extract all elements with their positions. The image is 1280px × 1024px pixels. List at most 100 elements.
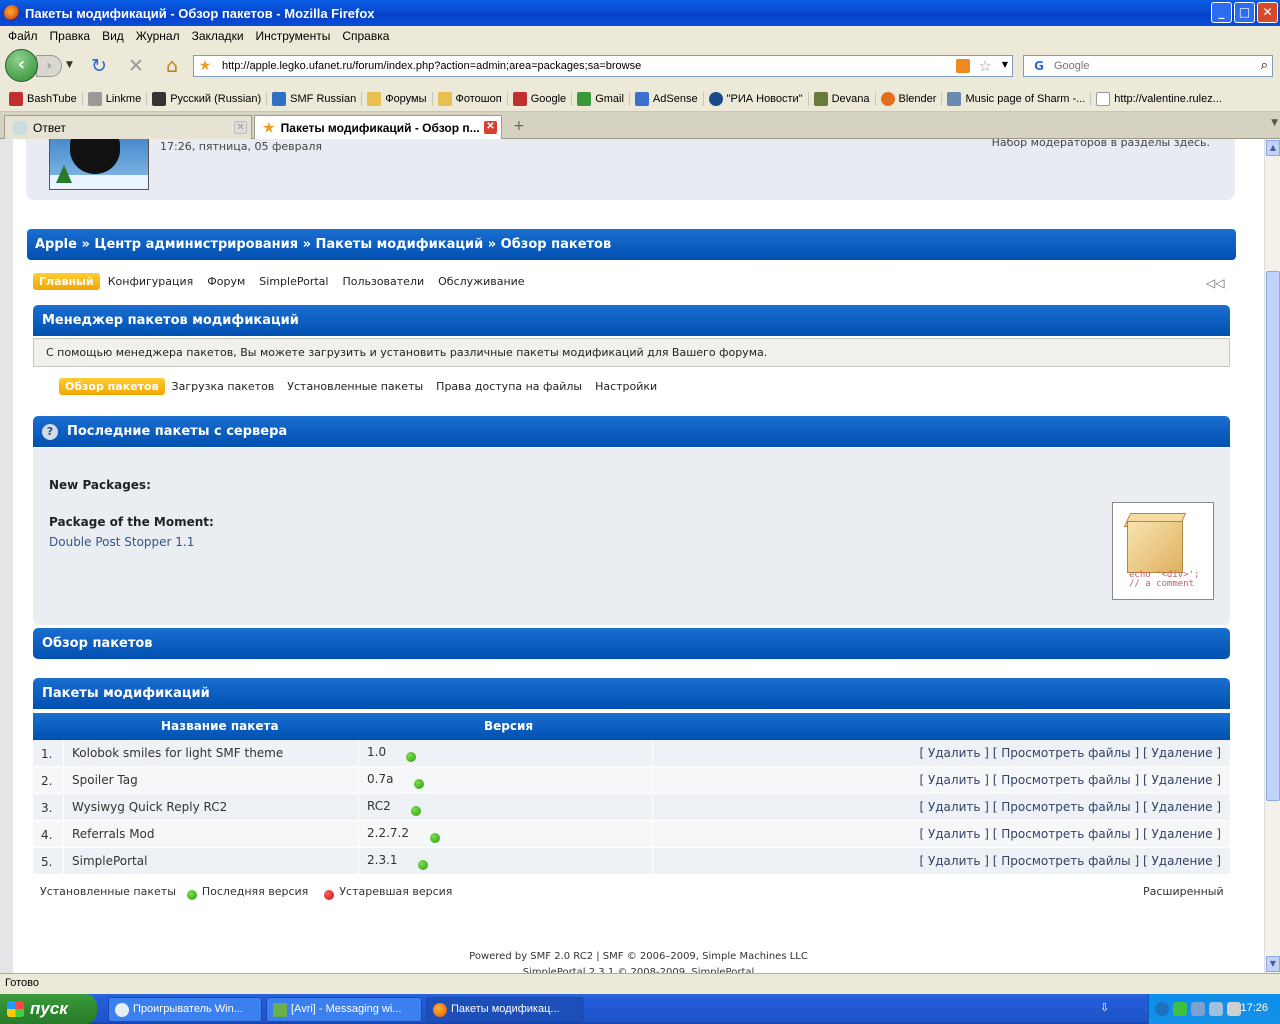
tray-volume-icon[interactable] — [1209, 1002, 1223, 1016]
admin-menu-config[interactable]: Конфигурация — [102, 273, 200, 290]
bookmark-music-sharm[interactable]: Music page of Sharm -... — [941, 91, 1090, 106]
quick-launch-arrow-icon[interactable]: ⇩ — [1100, 1001, 1109, 1014]
new-tab-button[interactable]: + — [506, 115, 532, 139]
search-icon[interactable]: ⌕ — [1261, 58, 1268, 73]
scroll-thumb[interactable] — [1266, 271, 1280, 801]
rss-feed-icon[interactable] — [956, 59, 970, 73]
adsense-icon — [634, 91, 649, 106]
menu-view[interactable]: Вид — [96, 29, 130, 43]
taskbar-firefox[interactable]: Пакеты модификац... — [426, 997, 584, 1022]
stop-icon[interactable]: ✕ — [124, 55, 148, 77]
back-button[interactable]: ‹ — [5, 49, 38, 82]
menu-help[interactable]: Справка — [336, 29, 395, 43]
submenu-download[interactable]: Загрузка пакетов — [166, 378, 281, 395]
table-legend: Установленные пакеты Последняя версия Ус… — [40, 885, 452, 900]
firefox-icon — [4, 5, 20, 21]
package-version: 1.0 — [367, 745, 387, 759]
bookmark-russian[interactable]: Русский (Russian) — [146, 91, 266, 106]
status-bar: Готово — [0, 973, 1280, 994]
package-actions[interactable]: [ Удалить ] [ Просмотреть файлы ] [ Удал… — [919, 746, 1221, 760]
latest-version-icon — [430, 833, 440, 843]
gmail-icon — [512, 91, 527, 106]
menu-bookmarks[interactable]: Закладки — [186, 29, 250, 43]
footer-simpleportal[interactable]: SimplePortal 2.3.1 © 2008-2009, SimplePo… — [13, 965, 1264, 973]
reload-icon[interactable]: ↻ — [87, 55, 111, 77]
bookmark-linkme[interactable]: Linkme — [81, 91, 146, 106]
tab-bar: Ответ ✕ ★ Пакеты модификаций - Обзор п..… — [0, 112, 1280, 140]
tray-display-icon[interactable] — [1191, 1002, 1205, 1016]
media-player-icon — [115, 1003, 129, 1017]
page-scrollbar[interactable]: ▲ ▼ — [1264, 139, 1280, 973]
tab-reply[interactable]: Ответ ✕ — [4, 115, 252, 139]
table-header: Название пакета Версия — [33, 713, 1230, 740]
advanced-link[interactable]: Расширенный — [1143, 885, 1224, 898]
submenu-browse[interactable]: Обзор пакетов — [59, 378, 165, 395]
package-actions[interactable]: [ Удалить ] [ Просмотреть файлы ] [ Удал… — [919, 773, 1221, 787]
admin-menu-simpleportal[interactable]: SimplePortal — [253, 273, 334, 290]
taskbar-messaging[interactable]: [Avri] - Messaging wi... — [266, 997, 422, 1022]
search-box[interactable]: G ⌕ — [1023, 55, 1273, 77]
admin-menu-maintenance[interactable]: Обслуживание — [432, 273, 530, 290]
menu-history[interactable]: Журнал — [130, 29, 186, 43]
tab-packages[interactable]: ★ Пакеты модификаций - Обзор п... ✕ — [254, 115, 502, 140]
scroll-up-icon[interactable]: ▲ — [1266, 140, 1280, 156]
search-input[interactable] — [1054, 60, 1244, 72]
start-button[interactable]: пуск — [0, 994, 97, 1024]
admin-menu-main[interactable]: Главный — [33, 273, 100, 290]
bookmark-google[interactable]: Google — [506, 91, 571, 106]
bookmark-gmail[interactable]: Gmail — [571, 91, 629, 106]
bookmark-blender[interactable]: Blender — [874, 91, 942, 106]
bookmark-bashtube[interactable]: BashTube — [4, 91, 82, 106]
menu-tools[interactable]: Инструменты — [250, 29, 337, 43]
submenu-installed[interactable]: Установленные пакеты — [281, 378, 429, 395]
url-text[interactable]: http://apple.legko.ufanet.ru/forum/index… — [216, 60, 641, 72]
tray-network-icon[interactable] — [1173, 1002, 1187, 1016]
admin-menu-users[interactable]: Пользователи — [336, 273, 430, 290]
forward-button[interactable]: › — [36, 55, 62, 77]
home-icon[interactable]: ⌂ — [160, 55, 184, 77]
menu-file[interactable]: Файл — [2, 29, 44, 43]
history-dropdown-icon[interactable]: ▼ — [66, 60, 73, 70]
forum-page: 17:26, пятница, 05 февраля Набор модерат… — [13, 139, 1264, 973]
close-button[interactable]: ✕ — [1257, 2, 1278, 23]
bookmark-photoshop[interactable]: Фотошоп — [431, 91, 507, 106]
url-dropdown-icon[interactable]: ▼ — [1002, 60, 1008, 69]
tab-list-icon[interactable]: ▼ — [1271, 118, 1278, 128]
breadcrumb[interactable]: Apple » Центр администрирования » Пакеты… — [27, 229, 1236, 260]
package-actions[interactable]: [ Удалить ] [ Просмотреть файлы ] [ Удал… — [919, 827, 1221, 841]
tray-safely-remove-icon[interactable] — [1227, 1002, 1241, 1016]
bookmark-star-icon[interactable]: ☆ — [979, 57, 992, 75]
bookmark-smf-russian[interactable]: SMF Russian — [266, 91, 361, 106]
taskbar-media-player[interactable]: Проигрыватель Win... — [108, 997, 262, 1022]
package-actions[interactable]: [ Удалить ] [ Просмотреть файлы ] [ Удал… — [919, 854, 1221, 868]
admin-menu-forum[interactable]: Форум — [201, 273, 251, 290]
address-bar[interactable]: ★ http://apple.legko.ufanet.ru/forum/ind… — [193, 55, 1013, 77]
tray-expand-icon[interactable] — [1155, 1002, 1169, 1016]
bookmark-valentine[interactable]: http://valentine.rulez... — [1090, 91, 1227, 106]
menu-edit[interactable]: Правка — [44, 29, 97, 43]
package-of-moment-link[interactable]: Double Post Stopper 1.1 — [49, 535, 194, 549]
package-name: Referrals Mod — [72, 827, 155, 841]
minimize-button[interactable]: _ — [1211, 2, 1232, 23]
bookmark-adsense[interactable]: AdSense — [628, 91, 703, 106]
maximize-button[interactable]: □ — [1234, 2, 1255, 23]
collapse-menu-icon[interactable]: ◁◁ — [1206, 276, 1224, 290]
scroll-down-icon[interactable]: ▼ — [1266, 956, 1280, 972]
submenu-permissions[interactable]: Права доступа на файлы — [430, 378, 588, 395]
search-engine-icon[interactable]: G — [1024, 59, 1054, 73]
clock[interactable]: 17:26 — [1240, 1002, 1268, 1014]
package-actions[interactable]: [ Удалить ] [ Просмотреть файлы ] [ Удал… — [919, 800, 1221, 814]
bookmark-ria[interactable]: "РИА Новости" — [702, 91, 808, 106]
submenu-settings[interactable]: Настройки — [589, 378, 663, 395]
help-icon[interactable]: ? — [42, 423, 58, 440]
tab-close-icon[interactable]: ✕ — [484, 121, 497, 134]
smf-icon — [272, 91, 287, 106]
table-row: 1. Kolobok smiles for light SMF theme 1.… — [33, 740, 1230, 767]
bookmark-forums[interactable]: Форумы — [361, 91, 431, 106]
header-moderators-note[interactable]: Набор модераторов в разделы здесь. — [992, 139, 1210, 149]
bookmark-devana[interactable]: Devana — [807, 91, 875, 106]
admin-menu: Главный Конфигурация Форум SimplePortal … — [33, 273, 533, 290]
tab-close-icon[interactable]: ✕ — [234, 121, 247, 134]
site-identity-icon[interactable]: ★ — [194, 58, 216, 74]
footer-powered-by[interactable]: Powered by SMF 2.0 RC2 | SMF © 2006–2009… — [13, 949, 1264, 965]
